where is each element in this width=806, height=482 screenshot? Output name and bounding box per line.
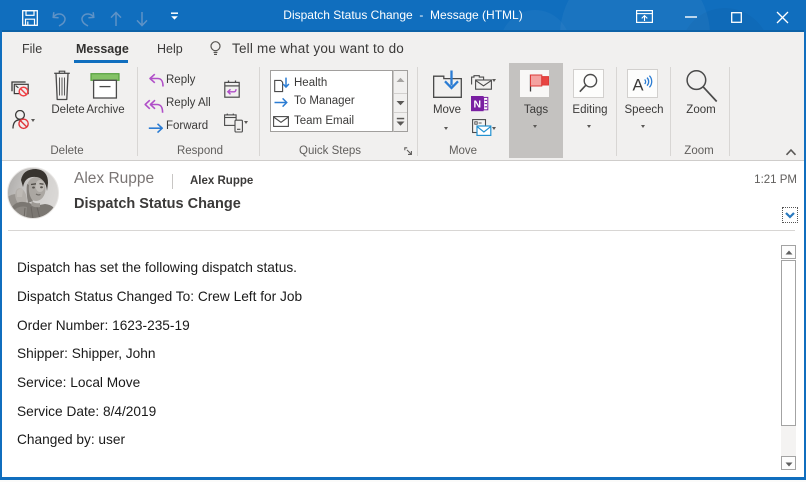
svg-text:A: A [633,77,644,95]
svg-text:N: N [474,99,482,111]
